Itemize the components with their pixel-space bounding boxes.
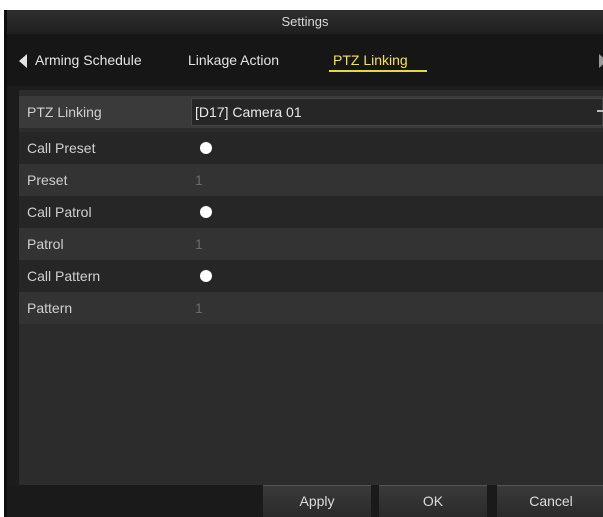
- tab-linkage-action[interactable]: Linkage Action: [188, 50, 279, 70]
- window-title: Settings: [7, 10, 603, 34]
- call-patrol-label: Call Patrol: [27, 204, 92, 220]
- chevron-left-icon[interactable]: [19, 54, 27, 68]
- call-preset-radio[interactable]: [200, 142, 212, 154]
- ptz-linking-label: PTZ Linking: [27, 104, 102, 120]
- pattern-value[interactable]: 1: [195, 292, 203, 324]
- preset-label: Preset: [27, 172, 68, 188]
- chevron-right-icon[interactable]: [599, 54, 603, 68]
- tab-arming-schedule[interactable]: Arming Schedule: [35, 50, 142, 70]
- call-preset-label: Call Preset: [27, 140, 96, 156]
- ptz-linking-value[interactable]: [D17] Camera 01: [195, 96, 302, 128]
- ptz-linking-row: PTZ Linking [D17] Camera 01: [19, 96, 603, 128]
- call-pattern-radio[interactable]: [200, 270, 212, 282]
- dropdown-indicator-icon[interactable]: [597, 110, 603, 112]
- apply-button[interactable]: Apply: [263, 485, 371, 517]
- patrol-value[interactable]: 1: [195, 228, 203, 260]
- active-tab-indicator: [329, 70, 427, 72]
- call-patrol-radio[interactable]: [200, 206, 212, 218]
- patrol-row: Patrol 1: [19, 228, 603, 260]
- call-patrol-row: Call Patrol: [19, 196, 603, 228]
- call-pattern-label: Call Pattern: [27, 268, 101, 284]
- button-bar: Apply OK Cancel: [7, 485, 603, 517]
- cancel-button[interactable]: Cancel: [497, 485, 603, 517]
- patrol-label: Patrol: [27, 236, 64, 252]
- pattern-label: Pattern: [27, 300, 73, 316]
- tab-ptz-linking[interactable]: PTZ Linking: [333, 50, 408, 70]
- call-pattern-row: Call Pattern: [19, 260, 603, 292]
- settings-window: Settings Arming Schedule Linkage Action …: [4, 10, 603, 517]
- call-preset-row: Call Preset: [19, 132, 603, 164]
- preset-value[interactable]: 1: [195, 164, 203, 196]
- preset-row: Preset 1: [19, 164, 603, 196]
- ok-button[interactable]: OK: [379, 485, 487, 517]
- pattern-row: Pattern 1: [19, 292, 603, 324]
- tab-bar: Arming Schedule Linkage Action PTZ Linki…: [7, 34, 603, 86]
- ptz-linking-panel: PTZ Linking [D17] Camera 01 Call Preset …: [19, 90, 603, 485]
